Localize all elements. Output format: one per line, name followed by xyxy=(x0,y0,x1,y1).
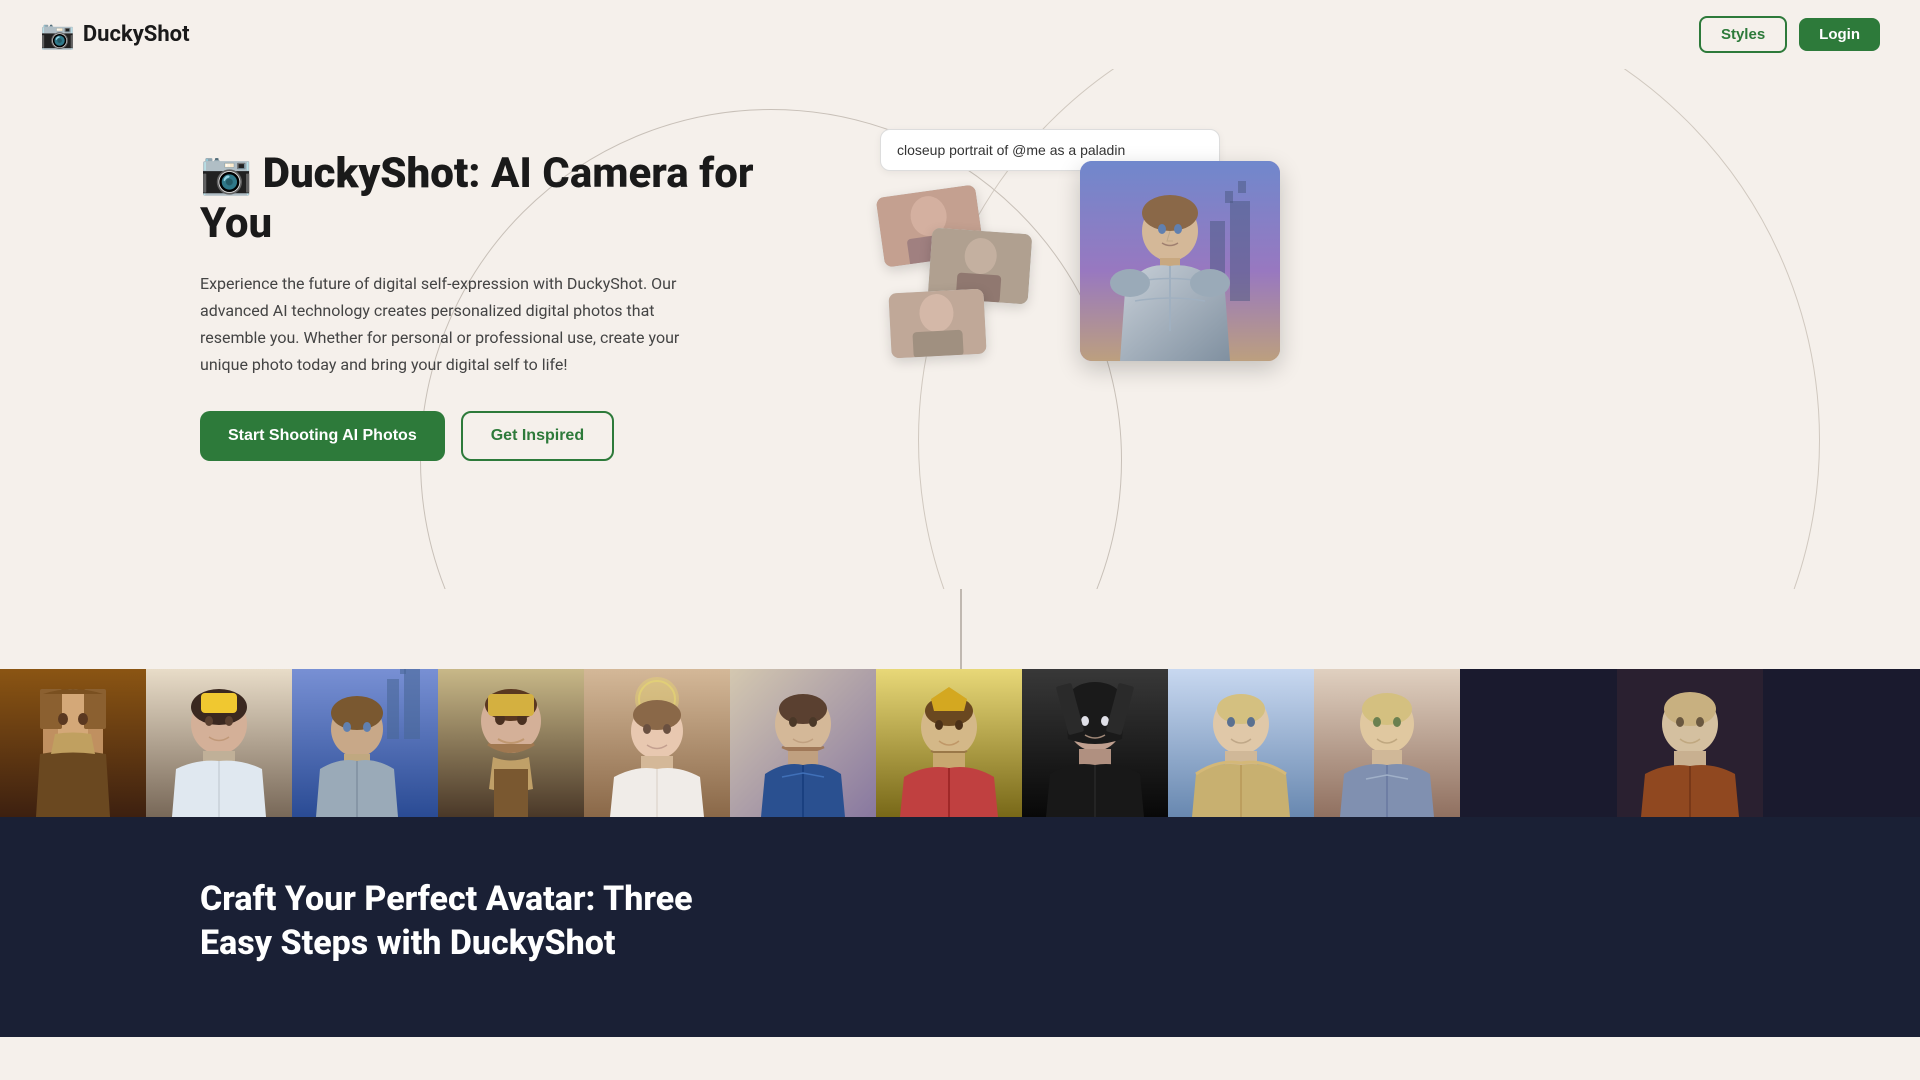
logo[interactable]: 📷 DuckyShot xyxy=(40,18,190,51)
title-icon: 📷 xyxy=(200,149,252,198)
prompt-input[interactable] xyxy=(897,142,1203,158)
gallery-item-4 xyxy=(438,669,584,817)
gallery-item-3 xyxy=(292,669,438,817)
logo-text: DuckyShot xyxy=(83,22,190,47)
header-nav: Styles Login xyxy=(1699,16,1880,53)
gallery-item-8 xyxy=(1022,669,1168,817)
gallery-item-1 xyxy=(0,669,146,817)
hero-buttons: Start Shooting AI Photos Get Inspired xyxy=(200,411,800,461)
bottom-section: Craft Your Perfect Avatar: Three Easy St… xyxy=(0,817,1920,1037)
hero-left: 📷 DuckyShot: AI Camera for You Experienc… xyxy=(200,129,800,461)
header: 📷 DuckyShot Styles Login xyxy=(0,0,1920,69)
hero-section: 📷 DuckyShot: AI Camera for You Experienc… xyxy=(0,69,1920,589)
hero-right xyxy=(800,129,1720,391)
gallery-item-10 xyxy=(1314,669,1460,817)
photo-collage xyxy=(880,191,1280,391)
get-inspired-button[interactable]: Get Inspired xyxy=(461,411,614,461)
start-shooting-button[interactable]: Start Shooting AI Photos xyxy=(200,411,445,461)
bottom-title: Craft Your Perfect Avatar: Three Easy St… xyxy=(200,877,720,965)
photo-main-paladin xyxy=(1080,161,1280,361)
logo-icon: 📷 xyxy=(40,18,75,51)
gallery-item-9 xyxy=(1168,669,1314,817)
gallery-item-11 xyxy=(1460,669,1920,817)
gallery-item-5 xyxy=(584,669,730,817)
styles-button[interactable]: Styles xyxy=(1699,16,1787,53)
gallery-strip xyxy=(0,669,1920,817)
photo-thumbnail-3 xyxy=(888,289,986,359)
gallery-item-7 xyxy=(876,669,1022,817)
connector-line xyxy=(0,589,1920,669)
gallery-item-6 xyxy=(730,669,876,817)
login-button[interactable]: Login xyxy=(1799,18,1880,51)
gallery-item-2 xyxy=(146,669,292,817)
hero-title: 📷 DuckyShot: AI Camera for You xyxy=(200,149,800,250)
hero-description: Experience the future of digital self-ex… xyxy=(200,270,680,379)
title-brand: DuckyShot xyxy=(263,149,469,198)
